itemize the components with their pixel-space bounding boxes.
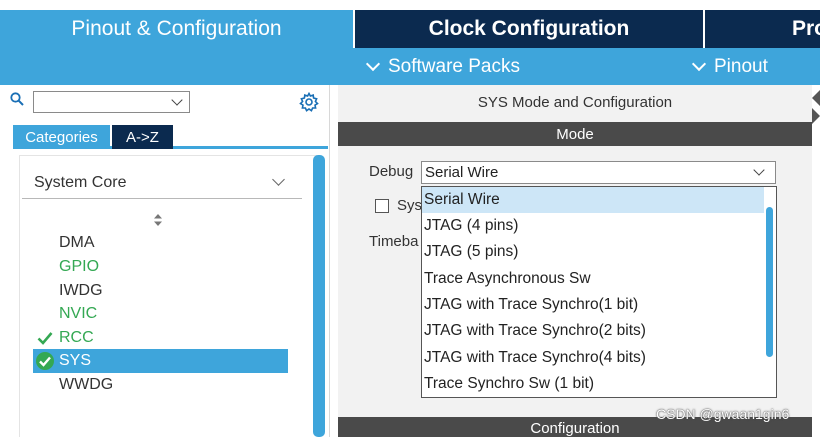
dropdown-option-jtag-trace-2[interactable]: JTAG with Trace Synchro(2 bits) bbox=[422, 318, 764, 344]
chevron-down-icon bbox=[365, 56, 381, 71]
dropdown-option-jtag-5[interactable]: JTAG (5 pins) bbox=[422, 239, 764, 265]
dropdown-scrollbar[interactable] bbox=[766, 207, 773, 357]
debug-select-value: Serial Wire bbox=[425, 164, 499, 181]
list-item-nvic[interactable]: NVIC bbox=[59, 303, 97, 325]
list-item-dma[interactable]: DMA bbox=[59, 232, 95, 254]
panel-title: SYS Mode and Configuration bbox=[477, 94, 673, 111]
gear-icon[interactable] bbox=[299, 92, 319, 112]
tab-categories[interactable]: Categories bbox=[13, 125, 110, 149]
pinout-menu-label: Pinout bbox=[714, 55, 768, 77]
dropdown-option-jtag-trace-4[interactable]: JTAG with Trace Synchro(4 bits) bbox=[422, 345, 764, 371]
chevron-down-icon bbox=[753, 164, 765, 176]
debug-label: Debug bbox=[369, 163, 414, 180]
tab-project-manager[interactable]: Pro bbox=[705, 10, 820, 48]
tab-a-to-z[interactable]: A->Z bbox=[112, 125, 173, 149]
dropdown-option-trace-async[interactable]: Trace Asynchronous Sw bbox=[422, 266, 764, 292]
sys-checkbox[interactable] bbox=[375, 199, 389, 213]
search-icon bbox=[10, 92, 24, 106]
sys-checkbox-label: Sys bbox=[397, 197, 423, 214]
group-divider bbox=[22, 198, 302, 199]
software-packs-label: Software Packs bbox=[388, 55, 520, 77]
tab-clock-configuration[interactable]: Clock Configuration bbox=[355, 10, 703, 48]
list-item-sys[interactable]: SYS bbox=[59, 350, 91, 372]
dropdown-option-serial-wire[interactable]: Serial Wire bbox=[422, 187, 764, 213]
debug-select[interactable]: Serial Wire bbox=[421, 161, 776, 184]
software-packs-button[interactable]: Software Packs bbox=[364, 48, 520, 85]
dropdown-option-trace-synchro-1[interactable]: Trace Synchro Sw (1 bit) bbox=[422, 371, 764, 397]
debug-dropdown-list: Serial Wire JTAG (4 pins) JTAG (5 pins) … bbox=[421, 186, 777, 398]
group-system-core[interactable]: System Core bbox=[34, 174, 126, 192]
watermark: CSDN @gwaan1gin6 bbox=[656, 406, 790, 422]
list-item-iwdg[interactable]: IWDG bbox=[59, 280, 103, 302]
dropdown-option-jtag-4[interactable]: JTAG (4 pins) bbox=[422, 213, 764, 239]
tab-pinout-configuration[interactable]: Pinout & Configuration bbox=[0, 10, 353, 48]
chevron-down-icon bbox=[171, 94, 183, 106]
sort-icon[interactable] bbox=[153, 213, 163, 227]
sub-toolbar: Software Packs Pinout bbox=[0, 48, 820, 85]
check-icon bbox=[37, 332, 53, 345]
dropdown-option-jtag-trace-1[interactable]: JTAG with Trace Synchro(1 bit) bbox=[422, 292, 764, 318]
list-item-gpio[interactable]: GPIO bbox=[59, 256, 99, 278]
main-tab-bar: Pinout & Configuration Clock Configurati… bbox=[0, 0, 820, 48]
chevron-down-icon bbox=[691, 56, 707, 71]
category-tab-bar: Categories A->Z bbox=[13, 125, 328, 149]
right-edge bbox=[812, 85, 820, 437]
pinout-menu-button[interactable]: Pinout bbox=[690, 48, 768, 85]
timebase-source-label: Timeba bbox=[369, 233, 419, 250]
mode-section-header: Mode bbox=[338, 122, 812, 146]
check-circle-icon bbox=[36, 352, 54, 370]
search-input[interactable] bbox=[33, 91, 190, 113]
tree-scrollbar[interactable] bbox=[313, 155, 325, 437]
list-item-rcc[interactable]: RCC bbox=[59, 327, 94, 349]
list-item-wwdg[interactable]: WWDG bbox=[59, 374, 113, 396]
